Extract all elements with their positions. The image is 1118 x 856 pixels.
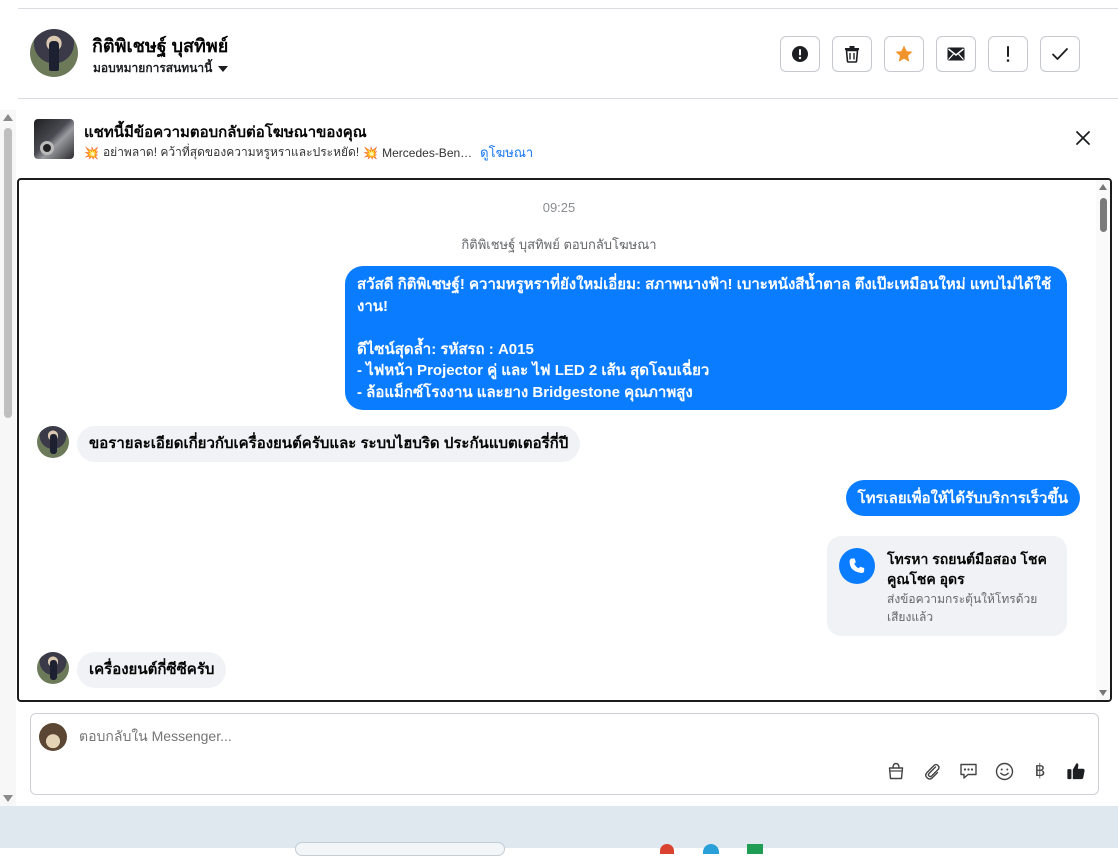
thread-scrollbar[interactable]: [1096, 180, 1110, 700]
exclamation-icon: [1006, 46, 1010, 62]
thread-scroll-up-arrow[interactable]: [1099, 184, 1107, 190]
incoming-message[interactable]: ขอรายละเอียดเกี่ยวกับเครื่องยนต์ครับและ …: [77, 426, 581, 462]
contact-avatar-small[interactable]: [37, 426, 69, 458]
star-icon: [895, 45, 913, 62]
message-composer: ฿: [30, 713, 1099, 795]
envelope-icon: [947, 47, 965, 61]
contact-avatar[interactable]: [30, 29, 78, 77]
message-text: - ล้อแม็กซ์โรงงาน และยาง Bridgestone คุณ…: [357, 383, 693, 401]
trash-icon: [845, 46, 859, 63]
conversation-header: กิติพิเชษฐ์ บุสทิพย์ มอบหมายการสนทนานี้: [18, 9, 1118, 99]
ad-reply-banner: แชทนี้มีข้อความตอบกลับต่อโฆษณาของคุณ 💥 อ…: [18, 99, 1118, 177]
emoji-icon[interactable]: [994, 760, 1014, 782]
caret-down-icon: [218, 65, 229, 72]
explosion-emoji-icon: 💥: [363, 145, 379, 160]
close-icon[interactable]: [1074, 129, 1092, 147]
thumbs-up-icon[interactable]: [1066, 760, 1086, 782]
assign-label: มอบหมายการสนทนานี้: [93, 61, 213, 75]
exclamation-circle-icon: [792, 46, 808, 62]
checkmark-icon: [1052, 48, 1068, 60]
thread-scroll-thumb[interactable]: [1100, 198, 1107, 232]
mark-unread-button[interactable]: [936, 36, 976, 72]
composer-toolbar: ฿: [886, 760, 1086, 782]
ad-banner-title: แชทนี้มีข้อความตอบกลับต่อโฆษณาของคุณ: [84, 124, 367, 141]
page-avatar: [39, 723, 67, 751]
report-spam-button[interactable]: [780, 36, 820, 72]
follow-up-button[interactable]: [988, 36, 1028, 72]
message-text: สวัสดี กิติพิเชษฐ์! ความหรูหราที่ยังใหม่…: [357, 276, 1052, 315]
message-timestamp: 09:25: [542, 200, 576, 215]
view-ad-link[interactable]: ดูโฆษณา: [480, 142, 533, 163]
call-request-card[interactable]: โทรหา รถยนต์มือสอง โชคคูณโชค อุดร ส่งข้อ…: [827, 536, 1067, 636]
taskbar-app-icon[interactable]: [703, 844, 719, 854]
ad-preview-brand: Mercedes-Ben…: [382, 145, 473, 160]
reply-input[interactable]: [79, 728, 979, 744]
outgoing-message[interactable]: สวัสดี กิติพิเชษฐ์! ความหรูหราที่ยังใหม่…: [345, 266, 1067, 410]
incoming-message[interactable]: เครื่องยนต์กี่ซีซีครับ: [77, 652, 227, 688]
delete-button[interactable]: [832, 36, 872, 72]
star-button[interactable]: [884, 36, 924, 72]
outer-scroll-down-arrow[interactable]: [3, 795, 13, 802]
call-card-title: โทรหา รถยนต์มือสอง โชคคูณโชค อุดร: [887, 551, 1047, 587]
outer-scroll-thumb[interactable]: [4, 128, 12, 418]
contact-avatar-small[interactable]: [37, 652, 69, 684]
taskbar-app-icon[interactable]: [660, 844, 674, 854]
outer-scroll-up-arrow[interactable]: [3, 114, 13, 121]
header-actions: [780, 36, 1080, 72]
thread-scroll-down-arrow[interactable]: [1099, 690, 1107, 696]
saved-reply-icon[interactable]: [958, 760, 978, 782]
contact-name[interactable]: กิติพิเชษฐ์ บุสทิพย์: [92, 31, 228, 60]
ad-preview-text: อย่าพลาด! คว้าที่สุดของความหรูหราและประห…: [102, 145, 360, 159]
call-card-subtitle: ส่งข้อความกระตุ้นให้โทรด้วยเสียงแล้ว: [887, 592, 1038, 624]
phone-icon: [839, 548, 875, 584]
paperclip-icon[interactable]: [922, 760, 942, 782]
message-text: - ไฟหน้า Projector คู่ และ ไฟ LED 2 เส้น…: [357, 362, 710, 379]
outer-scrollbar[interactable]: [0, 110, 16, 806]
taskbar-app-icon[interactable]: [747, 844, 763, 854]
replied-to-ad-note: กิติพิเชษฐ์ บุสทิพย์ ตอบกลับโฆษณา: [461, 237, 657, 252]
messenger-inbox-page: กิติพิเชษฐ์ บุสทิพย์ มอบหมายการสนทนานี้: [0, 0, 1118, 856]
outgoing-message[interactable]: โทรเลยเพื่อให้ได้รับบริการเร็วขึ้น: [845, 480, 1080, 516]
baht-icon[interactable]: ฿: [1030, 760, 1050, 782]
explosion-emoji-icon: 💥: [84, 145, 99, 160]
bag-icon[interactable]: [886, 760, 906, 782]
os-taskbar: [0, 806, 1118, 856]
message-thread[interactable]: 09:25 กิติพิเชษฐ์ บุสทิพย์ ตอบกลับโฆษณา …: [17, 178, 1112, 702]
taskbar-search-box[interactable]: [295, 842, 505, 856]
ad-preview-line: 💥 อย่าพลาด! คว้าที่สุดของความหรูหราและปร…: [84, 142, 533, 163]
message-text: ดีไซน์สุดล้ำ: รหัสรถ : A015: [357, 340, 534, 358]
assign-conversation-dropdown[interactable]: มอบหมายการสนทนานี้: [93, 59, 229, 78]
mark-done-button[interactable]: [1040, 36, 1080, 72]
ad-thumbnail[interactable]: [34, 119, 74, 159]
